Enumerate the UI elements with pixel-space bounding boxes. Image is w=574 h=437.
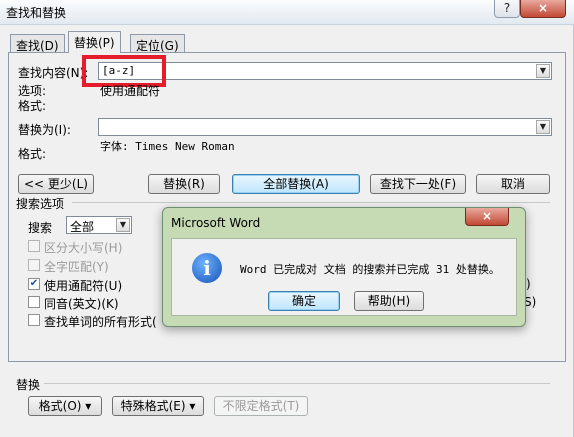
match-case-checkbox[interactable] — [28, 240, 40, 252]
message-help-button[interactable]: 帮助(H) — [354, 291, 424, 311]
dialog-title: 查找和替换 — [6, 6, 67, 20]
search-label: 搜索 — [28, 221, 53, 235]
no-formatting-button[interactable]: 不限定格式(T) — [214, 396, 308, 416]
title-bar: 查找和替换 ? × — [0, 0, 574, 25]
message-text: Word 已完成对 文档 的搜索并已完成 31 处替换。 — [240, 263, 500, 276]
replace-with-combo[interactable]: ▼ — [98, 118, 552, 136]
close-button[interactable]: × — [520, 0, 566, 18]
ok-button[interactable]: 确定 — [268, 291, 340, 311]
search-options-title: 搜索选项 — [16, 197, 65, 211]
whole-word-checkbox[interactable] — [28, 259, 40, 271]
replace-with-label: 替换为(I): — [18, 123, 71, 137]
find-what-value: [a-z] — [102, 64, 136, 77]
tab-goto[interactable]: 定位(G) — [130, 34, 185, 53]
search-direction-dropdown-icon[interactable]: ▼ — [116, 218, 130, 232]
replace-dropdown-icon[interactable]: ▼ — [536, 120, 550, 134]
replace-button[interactable]: 替换(R) — [148, 174, 220, 194]
whole-word-label: 全字匹配(Y) — [44, 260, 109, 274]
replace-all-button[interactable]: 全部替换(A) — [232, 174, 360, 194]
replace-section-title: 替换 — [16, 378, 41, 392]
replace-section-divider — [44, 383, 550, 384]
replace-format-label: 格式: — [18, 147, 47, 161]
find-dropdown-icon[interactable]: ▼ — [536, 64, 550, 78]
find-what-combo[interactable]: [a-z] ▼ — [98, 62, 552, 80]
wildcards-label: 使用通配符(U) — [44, 279, 123, 293]
word-forms-checkbox[interactable] — [28, 314, 40, 326]
tab-replace[interactable]: 替换(P) — [68, 31, 121, 53]
search-direction-value: 全部 — [70, 220, 95, 234]
find-options-value: 使用通配符 — [100, 84, 161, 98]
format-button[interactable]: 格式(O) ▾ — [28, 396, 102, 416]
search-direction-select[interactable]: 全部 ▼ — [66, 216, 132, 234]
wildcards-checkbox[interactable]: ✔ — [28, 278, 40, 290]
message-box: Microsoft Word × i Word 已完成对 文档 的搜索并已完成 … — [162, 207, 526, 327]
sounds-like-checkbox[interactable] — [28, 296, 40, 308]
find-format-label: 格式: — [18, 99, 47, 113]
message-box-close-button[interactable]: × — [465, 208, 509, 226]
less-button[interactable]: << 更少(L) — [18, 174, 94, 194]
match-case-label: 区分大小写(H) — [44, 241, 123, 255]
find-what-label: 查找内容(N): — [18, 66, 89, 80]
cancel-button[interactable]: 取消 — [476, 174, 550, 194]
help-button[interactable]: ? — [494, 0, 520, 18]
info-icon: i — [192, 253, 222, 283]
partial-option-right-1: ) — [526, 277, 531, 291]
search-options-divider — [72, 202, 550, 203]
special-button[interactable]: 特殊格式(E) ▾ — [112, 396, 204, 416]
message-box-title: Microsoft Word — [171, 216, 261, 230]
tab-find[interactable]: 查找(D) — [10, 34, 65, 53]
find-next-button[interactable]: 查找下一处(F) — [370, 174, 466, 194]
message-box-body: i Word 已完成对 文档 的搜索并已完成 31 处替换。 确定 帮助(H) — [171, 238, 517, 316]
replace-format-value: 字体: Times New Roman — [100, 140, 235, 153]
word-forms-label: 查找单词的所有形式( — [44, 315, 157, 329]
sounds-like-label: 同音(英文)(K) — [44, 297, 119, 311]
